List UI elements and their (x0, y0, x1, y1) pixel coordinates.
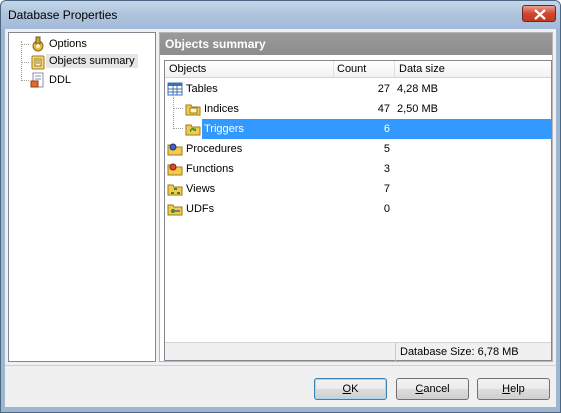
row-count: 47 (377, 103, 390, 115)
help-button[interactable]: Help (477, 378, 550, 400)
table-row[interactable]: Functions 3 (165, 159, 551, 179)
row-size: 2,50 MB (397, 103, 438, 115)
row-name: UDFs (186, 203, 215, 215)
objects-summary-icon (31, 55, 45, 70)
navigation-tree: Options Objects summary DDL (8, 32, 156, 362)
procedures-icon (167, 143, 183, 156)
selection-highlight (202, 119, 551, 139)
tree-item-ddl[interactable]: DDL (9, 71, 155, 89)
udfs-icon (167, 204, 183, 216)
objects-list[interactable]: Objects Count Data size Tables 27 4,28 M… (164, 60, 552, 361)
ok-accelerator: O (342, 383, 352, 395)
close-button[interactable] (522, 5, 556, 22)
table-row[interactable]: Tables 27 4,28 MB (165, 79, 551, 99)
objects-summary-panel: Objects summary Objects Count Data size (159, 32, 553, 362)
ddl-icon (30, 72, 44, 88)
row-count: 27 (377, 83, 390, 95)
help-label-rest: elp (510, 383, 525, 395)
ok-button[interactable]: OK (314, 378, 387, 400)
button-bar: OK Cancel Help (5, 365, 556, 407)
tree-item-label: DDL (49, 74, 72, 86)
list-header: Objects Count Data size (165, 61, 551, 78)
cancel-label-rest: ancel (423, 383, 450, 395)
triggers-icon (185, 124, 201, 136)
ok-label-rest: K (351, 383, 359, 395)
column-header-objects[interactable]: Objects (169, 63, 206, 75)
close-icon (534, 9, 546, 20)
section-title: Objects summary (160, 33, 552, 55)
title-bar[interactable]: Database Properties (1, 1, 560, 29)
row-name: Functions (186, 163, 234, 175)
views-icon (167, 184, 183, 196)
tree-item-objects-summary[interactable]: Objects summary (9, 53, 155, 71)
help-accelerator: H (502, 383, 511, 395)
tree-item-label: Objects summary (46, 54, 138, 68)
row-count: 0 (383, 203, 390, 215)
table-row[interactable]: Procedures 5 (165, 139, 551, 159)
row-count: 5 (383, 143, 390, 155)
tables-icon (167, 82, 183, 96)
dialog-client-area: Options Objects summary DDL Objects summ… (5, 29, 556, 407)
row-name: Indices (204, 103, 239, 115)
table-row[interactable]: Views 7 (165, 179, 551, 199)
window-title: Database Properties (8, 8, 118, 22)
table-row[interactable]: Indices 47 2,50 MB (165, 99, 551, 119)
tree-item-label: Options (49, 38, 87, 50)
database-properties-window: Database Properties Options Objects summ… (0, 0, 561, 413)
options-icon (32, 36, 44, 52)
row-name: Tables (186, 83, 218, 95)
column-divider[interactable] (394, 61, 395, 77)
table-row[interactable]: UDFs 0 (165, 199, 551, 219)
cancel-button[interactable]: Cancel (396, 378, 469, 400)
row-name: Views (186, 183, 216, 195)
table-row-selected[interactable]: Triggers 6 (165, 119, 551, 139)
column-header-count[interactable]: Count (337, 63, 366, 75)
row-name: Triggers (204, 123, 244, 135)
tree-item-options[interactable]: Options (9, 35, 155, 53)
functions-icon (167, 163, 183, 176)
list-footer: Database Size: 6,78 MB (165, 342, 551, 361)
column-header-data-size[interactable]: Data size (399, 63, 445, 75)
row-count: 7 (383, 183, 390, 195)
indices-icon (185, 104, 201, 116)
row-size: 4,28 MB (397, 83, 438, 95)
database-size-label: Database Size: 6,78 MB (395, 343, 551, 361)
row-count: 6 (383, 123, 390, 135)
row-count: 3 (383, 163, 390, 175)
column-divider[interactable] (333, 61, 334, 77)
row-name: Procedures (186, 143, 243, 155)
